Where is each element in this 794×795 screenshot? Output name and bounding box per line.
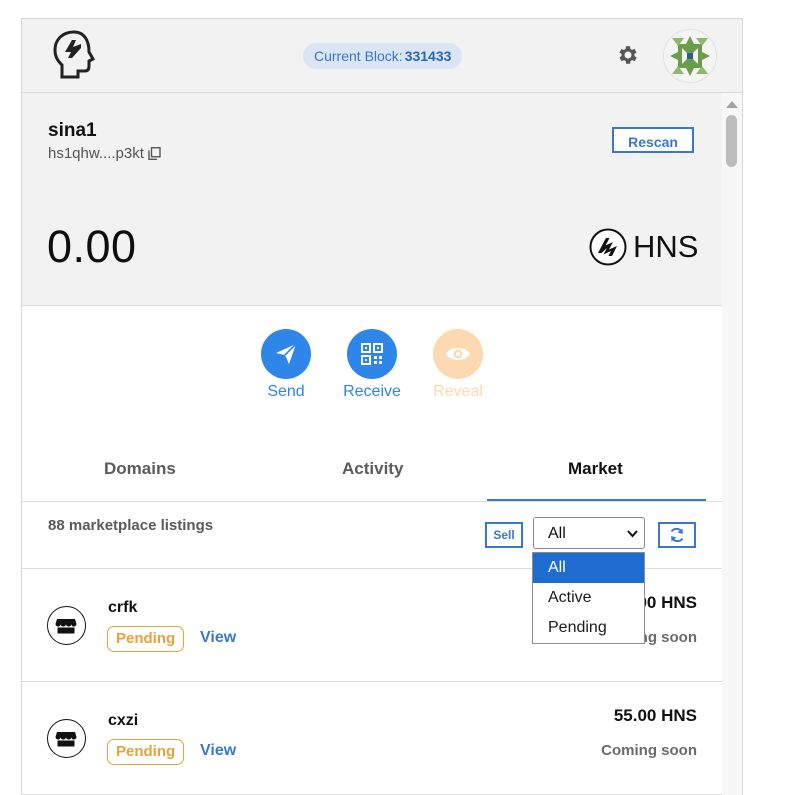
head-logo-icon	[53, 30, 96, 79]
reveal-label: Reveal	[433, 383, 483, 400]
send-label[interactable]: Send	[241, 383, 331, 401]
listing-name: cxzi	[108, 712, 139, 729]
eye-icon	[446, 348, 470, 360]
listing-row[interactable]: cxzi Pending View 55.00 HNS Coming soon	[22, 682, 722, 795]
reveal-circle	[433, 329, 483, 379]
send-action[interactable]: Send	[241, 329, 331, 401]
view-link[interactable]: View	[200, 742, 236, 760]
status-badge: Pending	[107, 626, 185, 652]
filter-select-value: All	[548, 525, 566, 542]
wallet-address-text: hs1qhw....p3kt	[48, 145, 144, 162]
wallet-name: sina1	[48, 120, 97, 141]
hns-logo-icon	[589, 228, 627, 266]
filter-option-active[interactable]: Active	[533, 583, 644, 613]
currency-label: HNS	[633, 229, 699, 264]
scrollbar[interactable]	[722, 93, 742, 795]
tab-market[interactable]: Market	[568, 459, 623, 479]
tab-bar: Domains Activity Market	[22, 444, 722, 502]
chevron-down-icon	[627, 530, 638, 538]
filter-dropdown-menu: All Active Pending	[532, 552, 645, 644]
receive-action[interactable]: Receive	[327, 329, 417, 401]
wallet-balance: 0.00	[47, 221, 137, 272]
gear-icon[interactable]	[616, 43, 640, 67]
listing-name: crfk	[108, 599, 138, 616]
qr-code-icon	[361, 343, 383, 365]
filter-select[interactable]: All	[533, 517, 645, 549]
block-label: Current Block:	[314, 48, 403, 64]
send-circle[interactable]	[261, 329, 311, 379]
filter-option-pending[interactable]: Pending	[533, 613, 644, 643]
receive-label[interactable]: Receive	[327, 383, 417, 401]
listing-note: Coming soon	[601, 742, 697, 759]
top-bar: Current Block: 331433	[22, 19, 742, 93]
view-link[interactable]: View	[200, 629, 236, 647]
refresh-button[interactable]	[658, 522, 696, 548]
block-number: 331433	[404, 48, 452, 64]
status-badge: Pending	[107, 739, 185, 765]
wallet-address[interactable]: hs1qhw....p3kt	[48, 145, 161, 162]
identicon-avatar[interactable]	[663, 29, 717, 83]
scroll-up-arrow-icon[interactable]	[726, 101, 738, 108]
copy-icon[interactable]	[148, 147, 161, 160]
receive-circle[interactable]	[347, 329, 397, 379]
send-icon	[276, 343, 297, 364]
rescan-button[interactable]: Rescan	[612, 127, 694, 153]
filter-option-all[interactable]: All	[533, 553, 644, 583]
storefront-icon	[47, 719, 86, 758]
listings-count: 88 marketplace listings	[48, 517, 214, 534]
storefront-icon	[47, 606, 86, 645]
tab-activity[interactable]: Activity	[342, 459, 403, 479]
action-buttons: Send Receive Reveal	[22, 329, 722, 419]
wallet-summary: sina1 hs1qhw....p3kt Rescan 0.00 HNS	[22, 93, 722, 306]
tab-domains[interactable]: Domains	[104, 459, 176, 479]
reveal-action: Reveal	[413, 329, 503, 401]
extension-popup: Current Block: 331433 sina1 hs1qhw....p3…	[21, 18, 743, 795]
scrollbar-thumb[interactable]	[726, 115, 737, 167]
identicon-pattern-icon	[670, 36, 710, 76]
current-block-badge: Current Block: 331433	[303, 43, 463, 69]
refresh-icon	[670, 527, 684, 543]
listing-price: 55.00 HNS	[613, 706, 697, 725]
sell-button[interactable]: Sell	[485, 522, 523, 548]
